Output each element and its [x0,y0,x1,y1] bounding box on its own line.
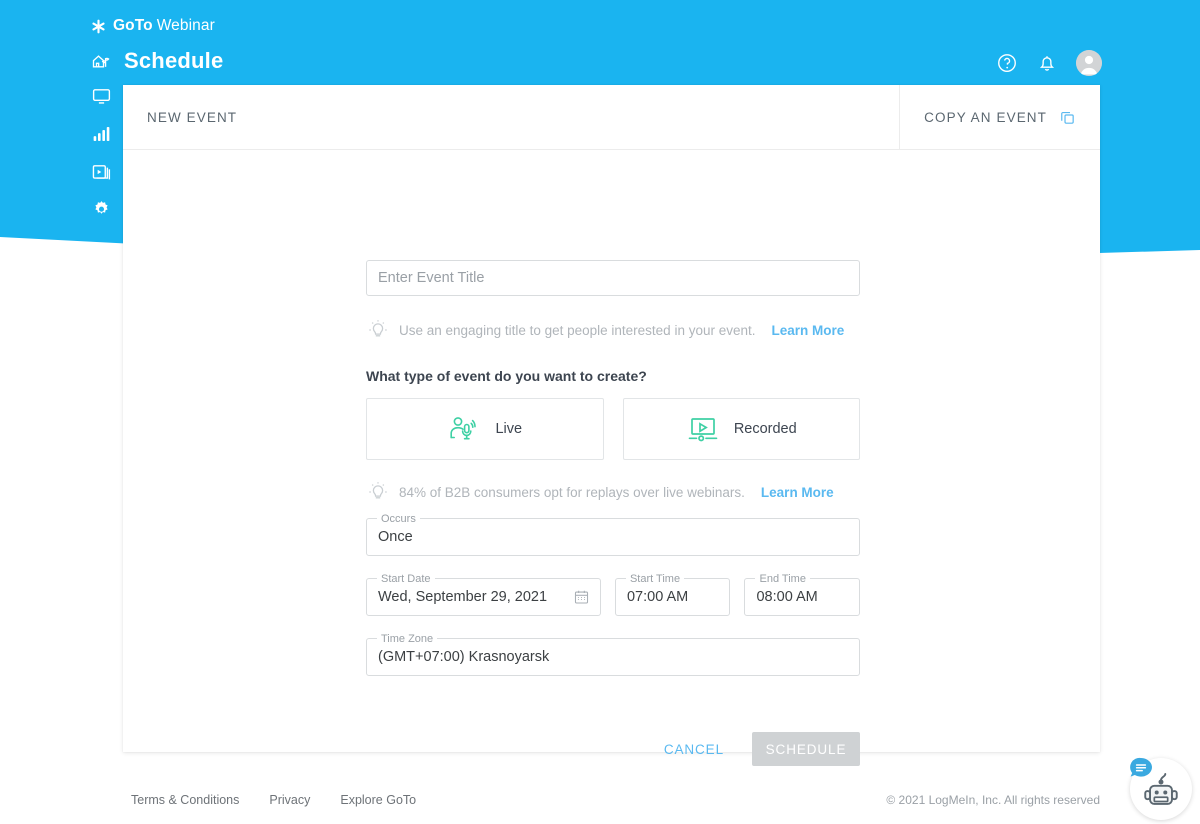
tip-event-title: Use an engaging title to get people inte… [366,318,860,342]
calendar-icon[interactable] [573,589,590,606]
sidebar-item-settings[interactable] [91,199,112,220]
end-time-value: 08:00 AM [756,589,818,605]
event-type-recorded-card[interactable]: Recorded [622,398,860,460]
brand-webinar-text: Webinar [156,17,215,34]
footer-link-privacy[interactable]: Privacy [269,793,310,807]
footer-link-terms[interactable]: Terms & Conditions [131,793,239,807]
sidebar-item-analytics[interactable] [91,123,112,144]
copy-icon [1061,111,1074,124]
goto-star-logo-icon [92,19,105,33]
card-heading: NEW EVENT [147,109,238,125]
start-date-value: Wed, September 29, 2021 [378,589,548,605]
card-header: NEW EVENT COPY AN EVENT [123,85,1100,150]
sidebar-item-recordings[interactable] [91,161,112,182]
form-inner: Use an engaging title to get people inte… [366,260,860,766]
help-circle-icon[interactable] [996,52,1018,74]
person-microphone-icon [450,417,477,440]
brand-logo[interactable]: GoTo Webinar [91,17,215,35]
home-icon[interactable] [91,51,111,71]
start-date-field[interactable]: Start Date Wed, September 29, 2021 [366,572,601,616]
avatar[interactable] [1076,50,1102,76]
footer-links: Terms & Conditions Privacy Explore GoTo [131,793,416,807]
user-avatar-icon [1076,50,1102,76]
top-right-actions [996,50,1102,76]
cancel-button[interactable]: CANCEL [664,742,724,757]
tip-event-type: 84% of B2B consumers opt for replays ove… [366,480,860,504]
footer-copyright: © 2021 LogMeIn, Inc. All rights reserved [886,793,1100,807]
date-time-row: Start Date Wed, September 29, 2021 Start… [366,572,860,616]
tip-event-title-text: Use an engaging title to get people inte… [399,322,756,338]
occurs-value: Once [378,529,413,545]
form-actions: CANCEL SCHEDULE [366,732,860,766]
start-time-value: 07:00 AM [626,589,689,605]
brand-goto-text: GoTo [113,17,153,34]
schedule-button[interactable]: SCHEDULE [752,732,860,766]
page-title: Schedule [124,48,224,73]
footer: Terms & Conditions Privacy Explore GoTo … [0,789,1200,811]
event-type-recorded-label: Recorded [733,421,797,437]
chat-bubble-icon [1130,757,1152,777]
event-type-options: Live Recorded [366,398,860,460]
copy-an-event-label: COPY AN EVENT [924,110,1047,125]
event-title-input[interactable] [366,260,860,296]
time-zone-field[interactable]: Time Zone (GMT+07:00) Krasnoyarsk [366,632,860,676]
sidebar-rail [91,85,112,220]
page-title-row: Schedule [91,48,223,74]
time-zone-field-wrap: Time Zone (GMT+07:00) Krasnoyarsk [366,632,860,676]
lightbulb-icon [369,482,387,499]
time-zone-value: (GMT+07:00) Krasnoyarsk [378,649,550,665]
event-type-live-card[interactable]: Live [366,398,604,460]
footer-link-explore-goto[interactable]: Explore GoTo [340,793,416,807]
tip-event-type-learn-more-link[interactable]: Learn More [761,485,834,500]
sidebar-item-webinars[interactable] [91,85,112,106]
bell-icon[interactable] [1036,52,1058,74]
lightbulb-icon [369,320,387,337]
occurs-field[interactable]: Occurs Once [366,512,860,556]
event-type-question: What type of event do you want to create… [366,368,647,384]
end-time-field[interactable]: End Time 08:00 AM [744,572,860,616]
new-event-card: NEW EVENT COPY AN EVENT Enter Event Titl… [123,85,1100,766]
app-root: GoTo Webinar Schedule NEW EVENT COPY AN … [0,0,1200,824]
chat-bot-widget[interactable] [1130,757,1192,820]
event-type-live-label: Live [495,421,523,437]
tip-event-title-learn-more-link[interactable]: Learn More [772,323,845,338]
tip-event-type-text: 84% of B2B consumers opt for replays ove… [399,484,745,500]
occurs-field-wrap: Occurs Once [366,512,860,556]
start-time-field[interactable]: Start Time 07:00 AM [614,572,731,616]
screen-play-icon [688,418,718,442]
copy-an-event-button[interactable]: COPY AN EVENT [899,85,1100,150]
